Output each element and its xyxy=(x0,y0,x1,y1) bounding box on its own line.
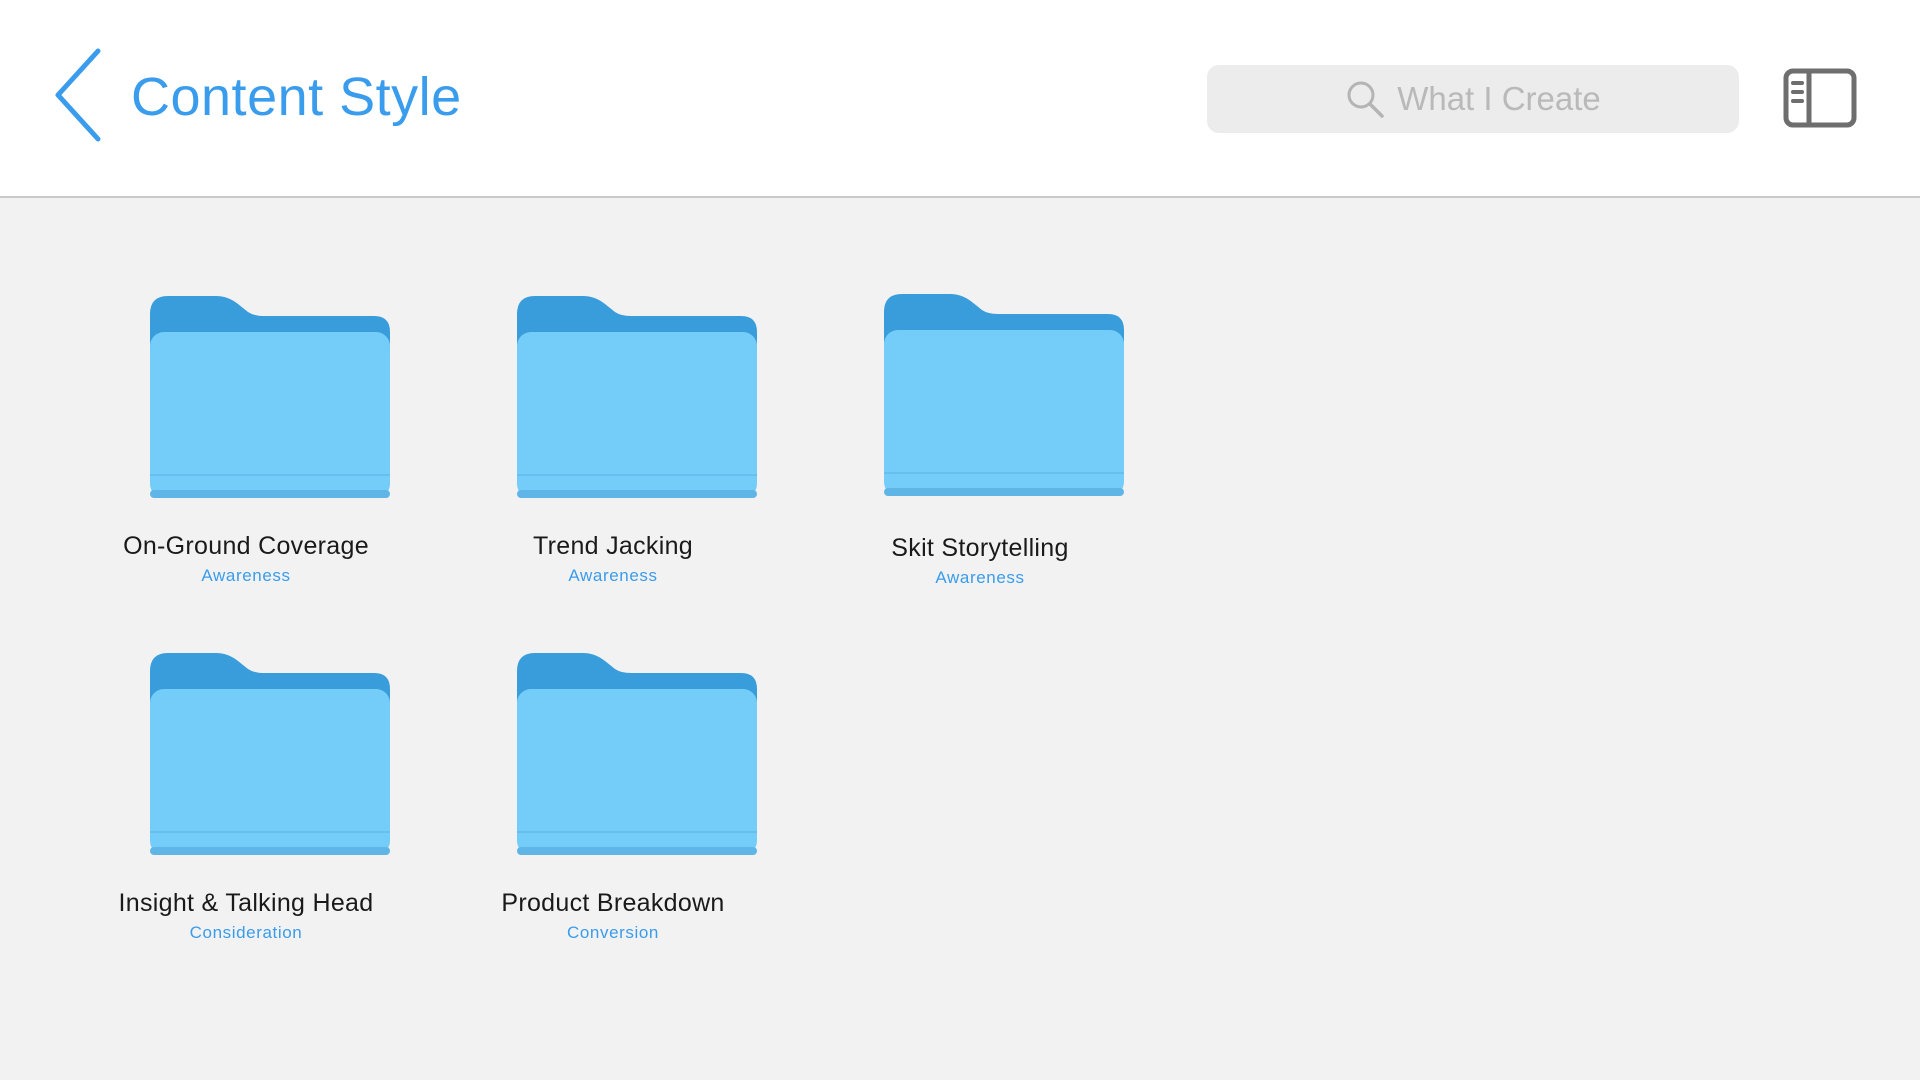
folder-tag: Conversion xyxy=(567,923,659,942)
folder-icon xyxy=(884,294,1124,496)
search-icon xyxy=(1347,81,1384,118)
folder-tag: Consideration xyxy=(189,923,303,942)
folder-icon xyxy=(150,296,390,498)
chevron-left-icon xyxy=(55,48,101,142)
search-placeholder: What I Create xyxy=(1397,80,1601,117)
folder-item[interactable]: Product Breakdown Conversion xyxy=(463,651,763,971)
sidebar-toggle-icon xyxy=(1783,68,1857,128)
folder-icon xyxy=(150,653,390,855)
page-title: Content Style xyxy=(131,67,462,127)
folder-icon xyxy=(517,653,757,855)
folder-name: On-Ground Coverage xyxy=(123,532,369,560)
back-button[interactable] xyxy=(48,45,108,145)
folder-name: Trend Jacking xyxy=(533,532,693,560)
folder-tag: Awareness xyxy=(201,566,291,585)
folder-name: Skit Storytelling xyxy=(891,534,1069,562)
folder-item[interactable]: On-Ground Coverage Awareness xyxy=(96,294,396,614)
header-bar: Content Style What I Create xyxy=(0,0,1920,198)
folder-item[interactable]: Skit Storytelling Awareness xyxy=(830,292,1130,612)
folder-item[interactable]: Trend Jacking Awareness xyxy=(463,294,763,614)
folder-name: Insight & Talking Head xyxy=(118,889,374,917)
folder-tag: Awareness xyxy=(935,568,1025,587)
folder-item[interactable]: Insight & Talking Head Consideration xyxy=(96,651,396,971)
search-input[interactable]: What I Create xyxy=(1207,65,1739,133)
folder-icon xyxy=(517,296,757,498)
folder-tag: Awareness xyxy=(568,566,658,585)
sidebar-toggle-button[interactable] xyxy=(1783,68,1857,128)
folder-name: Product Breakdown xyxy=(501,889,725,917)
